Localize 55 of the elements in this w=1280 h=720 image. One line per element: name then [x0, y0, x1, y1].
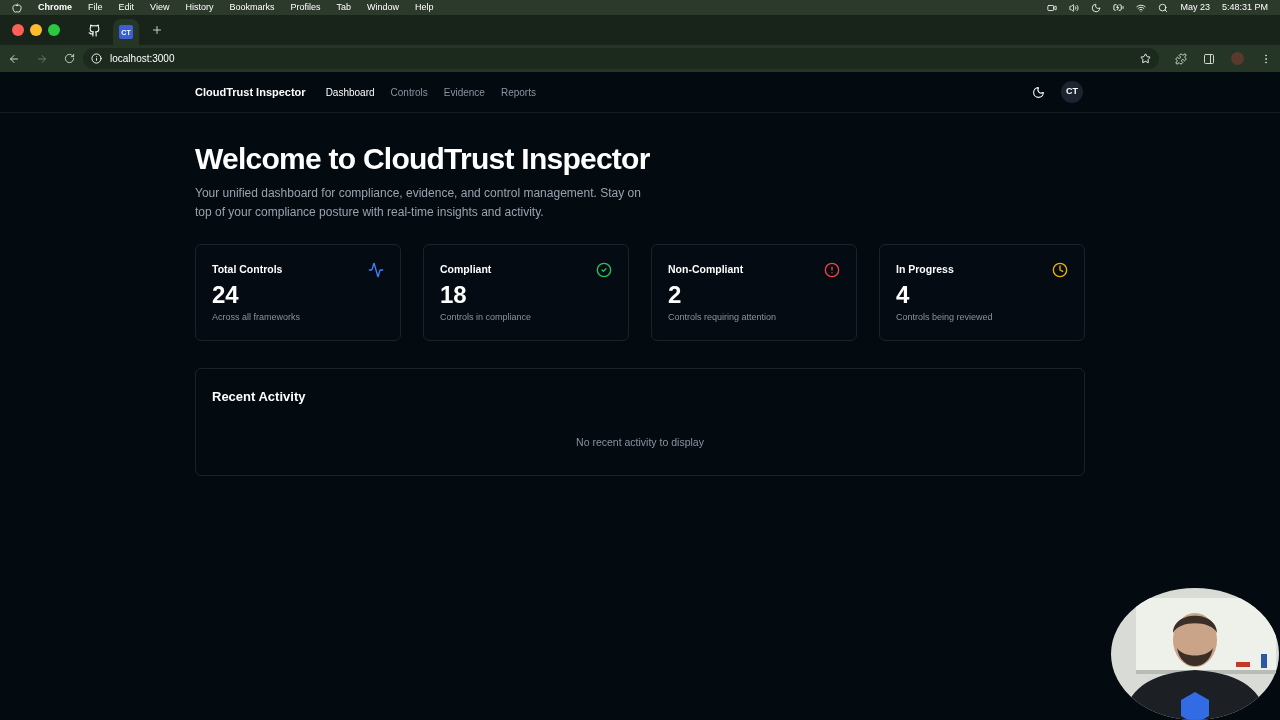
- reload-icon[interactable]: [64, 53, 75, 64]
- menu-date: May 23: [1180, 0, 1210, 14]
- apple-icon[interactable]: [12, 2, 22, 13]
- menu-item[interactable]: Tab: [336, 0, 351, 15]
- theme-toggle-icon[interactable]: [1032, 85, 1045, 99]
- stat-caption: Controls in compliance: [440, 311, 533, 324]
- page-subtitle: Your unified dashboard for compliance, evidence, and control management. Stay on top of your compliance posture with real-time insights and activity.: [195, 185, 642, 221]
- new-tab-icon[interactable]: [151, 24, 163, 36]
- stat-value: 24: [212, 281, 240, 309]
- side-panel-icon[interactable]: [1203, 52, 1215, 65]
- nav-link[interactable]: Controls: [390, 84, 428, 100]
- url-text: localhost:3000: [110, 52, 175, 66]
- menu-item[interactable]: File: [88, 0, 103, 15]
- camera-icon[interactable]: [1047, 2, 1058, 13]
- stat-caption: Across all frameworks: [212, 311, 302, 324]
- menu-time: 5:48:31 PM: [1221, 0, 1268, 14]
- info-icon[interactable]: [91, 53, 102, 64]
- page-title: Welcome to CloudTrust Inspector: [195, 141, 651, 177]
- user-avatar[interactable]: CT: [1061, 81, 1083, 103]
- app-menu[interactable]: Chrome: [38, 0, 72, 15]
- brand-title[interactable]: CloudTrust Inspector: [195, 83, 306, 101]
- stat-title: Compliant: [440, 262, 492, 278]
- wifi-icon[interactable]: [1136, 2, 1147, 13]
- stat-caption: Controls being reviewed: [896, 311, 994, 324]
- menu-item[interactable]: Bookmarks: [229, 0, 275, 15]
- empty-message: No recent activity to display: [576, 434, 704, 450]
- nav-link[interactable]: Dashboard: [325, 84, 375, 100]
- moon-icon[interactable]: [1091, 2, 1102, 13]
- stat-value: 18: [440, 281, 468, 309]
- address-field[interactable]: localhost:3000: [83, 48, 1159, 69]
- menu-item[interactable]: Profiles: [290, 0, 321, 15]
- menu-item[interactable]: Help: [415, 0, 434, 15]
- menu-item[interactable]: History: [185, 0, 214, 15]
- menu-item[interactable]: View: [150, 0, 170, 15]
- activity-title: Recent Activity: [212, 388, 307, 406]
- minimize-window-button[interactable]: [30, 24, 42, 36]
- volume-icon[interactable]: [1069, 2, 1080, 13]
- maximize-window-button[interactable]: [48, 24, 60, 36]
- menu-item[interactable]: Window: [366, 0, 399, 15]
- close-window-button[interactable]: [12, 24, 24, 36]
- stat-caption: Controls requiring attention: [668, 311, 778, 324]
- back-icon[interactable]: [8, 52, 20, 65]
- extensions-icon[interactable]: [1175, 52, 1187, 65]
- stat-title: Non-Compliant: [668, 262, 744, 278]
- search-icon[interactable]: [1158, 2, 1169, 13]
- bookmark-star-icon[interactable]: [1140, 53, 1151, 64]
- stat-title: In Progress: [896, 262, 954, 278]
- octocat-icon[interactable]: [88, 23, 101, 37]
- menu-item[interactable]: Edit: [118, 0, 135, 15]
- stat-value: 2: [668, 281, 683, 309]
- nav-link[interactable]: Reports: [500, 84, 536, 100]
- battery-icon[interactable]: [1113, 2, 1125, 13]
- stat-value: 4: [896, 281, 911, 309]
- nav-link[interactable]: Evidence: [443, 84, 485, 100]
- stat-title: Total Controls: [212, 262, 283, 278]
